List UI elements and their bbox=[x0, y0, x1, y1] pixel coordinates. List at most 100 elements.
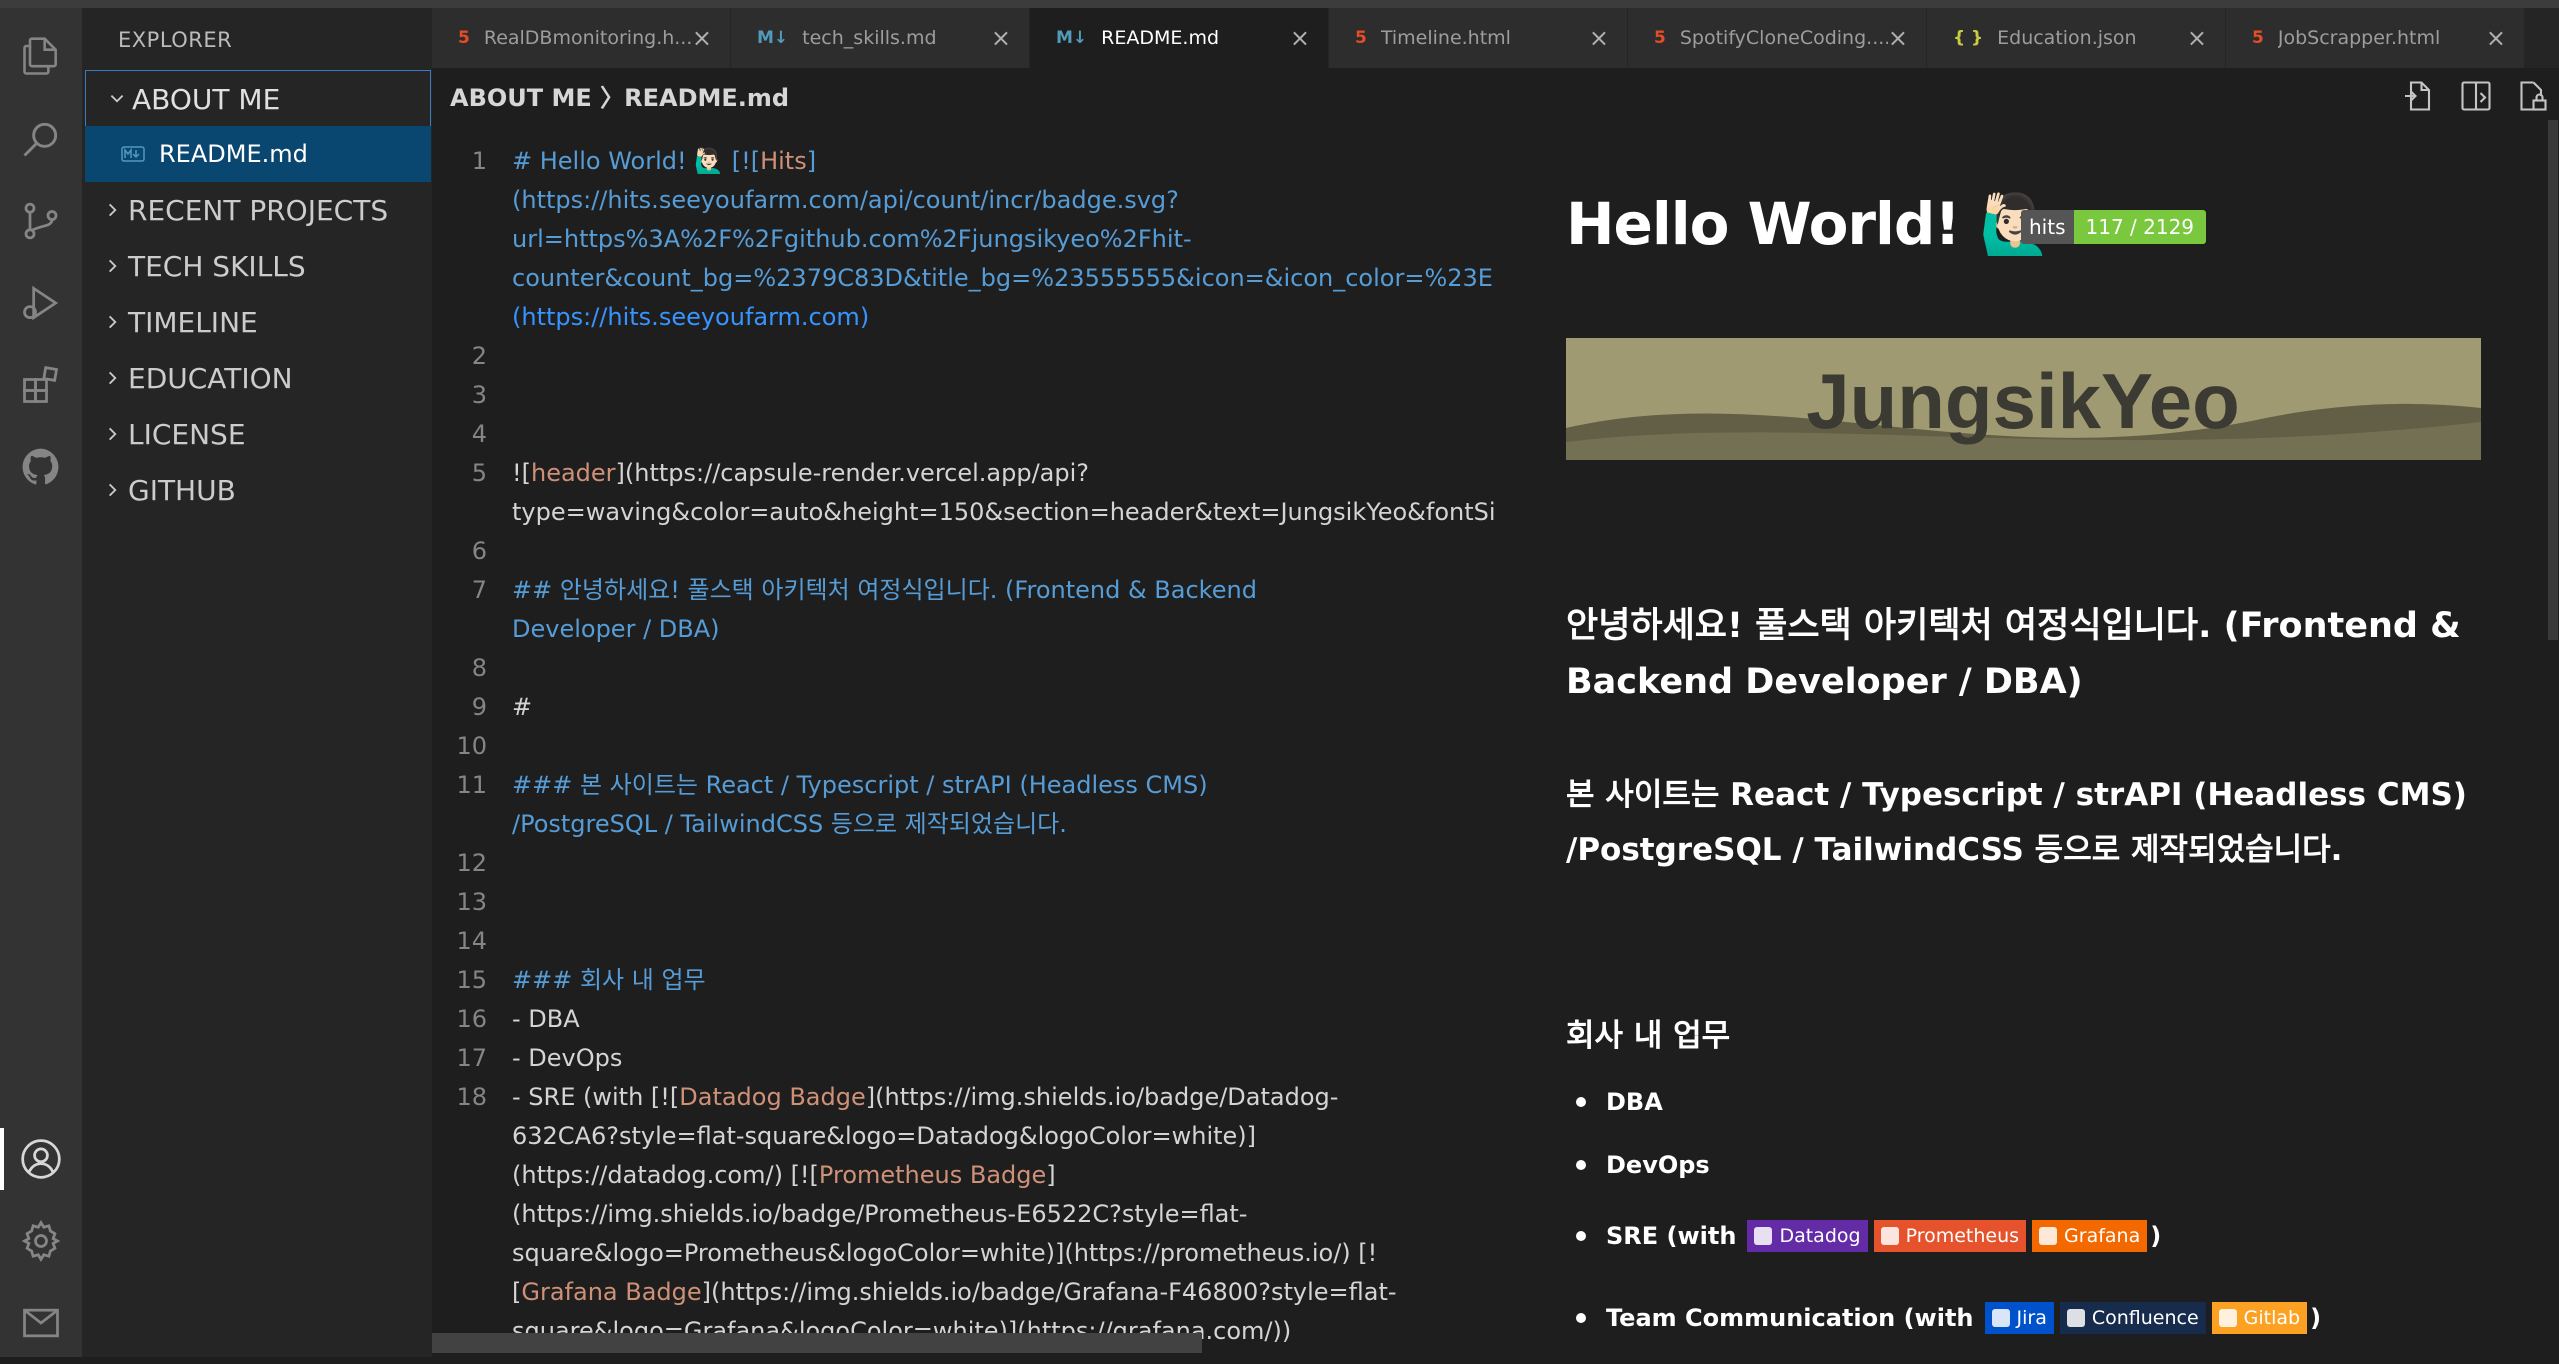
code-line[interactable]: 5 ![header](https://capsule-render.vercel… bbox=[432, 454, 1495, 493]
editor-horizontal-scrollbar[interactable] bbox=[432, 1333, 1202, 1353]
html-file-icon: 5 bbox=[458, 28, 470, 48]
tab-1[interactable]: M↓ tech_skills.md × bbox=[731, 8, 1030, 68]
split-editor-icon[interactable] bbox=[2458, 78, 2494, 114]
list-item-text: DBA bbox=[1606, 1088, 1663, 1116]
section-tech-skills[interactable]: TECH SKILLS bbox=[82, 238, 432, 294]
jira-badge[interactable]: Jira bbox=[1984, 1302, 2054, 1334]
settings-gear-icon[interactable] bbox=[0, 1200, 82, 1282]
code-line[interactable]: counter&count_bg=%2379C83D&title_bg=%235… bbox=[432, 259, 1495, 298]
prometheus-badge[interactable]: Prometheus bbox=[1873, 1220, 2027, 1252]
preview-scrollbar[interactable] bbox=[2548, 120, 2558, 640]
section-about-me[interactable]: ABOUT ME bbox=[85, 70, 431, 128]
code-token: type=waving&color=auto&height=150&sectio… bbox=[512, 498, 1495, 526]
code-line[interactable]: 9 # bbox=[432, 688, 1495, 727]
tab-5[interactable]: { } Education.json × bbox=[1927, 8, 2226, 68]
datadog-badge[interactable]: Datadog bbox=[1747, 1220, 1868, 1252]
code-line[interactable]: 3 bbox=[432, 376, 1495, 415]
tab-2[interactable]: M↓ README.md × bbox=[1030, 8, 1329, 68]
extensions-icon[interactable] bbox=[0, 344, 82, 426]
code-line[interactable]: 16 - DBA bbox=[432, 1000, 1495, 1039]
html-file-icon: 5 bbox=[1355, 28, 1367, 48]
search-icon[interactable] bbox=[0, 98, 82, 180]
tab-0[interactable]: 5 RealDBmonitoring.h... × bbox=[432, 8, 731, 68]
open-preview-icon[interactable] bbox=[2402, 78, 2438, 114]
title-strip bbox=[0, 0, 2559, 8]
code-token: - DBA bbox=[512, 1005, 580, 1033]
code-line[interactable]: (https://datadog.com/) [![Prometheus Bad… bbox=[432, 1156, 1495, 1195]
section-label: TECH SKILLS bbox=[128, 249, 306, 283]
code-line[interactable]: 6 bbox=[432, 532, 1495, 571]
code-line[interactable]: 12 bbox=[432, 844, 1495, 883]
code-line[interactable]: 13 bbox=[432, 883, 1495, 922]
explorer-icon[interactable] bbox=[0, 16, 82, 98]
mail-icon[interactable] bbox=[0, 1282, 82, 1364]
list-item: DevOps bbox=[1576, 1151, 1710, 1179]
code-line[interactable]: 11 ### 본 사이트는 React / Typescript / strAPI… bbox=[432, 766, 1495, 805]
run-debug-icon[interactable] bbox=[0, 262, 82, 344]
preview-lock-icon[interactable] bbox=[2514, 78, 2550, 114]
code-text: (https://datadog.com/) [![Prometheus Bad… bbox=[512, 1156, 1056, 1195]
code-line[interactable]: 14 bbox=[432, 922, 1495, 961]
code-line[interactable]: 18 - SRE (with [![Datadog Badge](https://… bbox=[432, 1078, 1495, 1117]
tab-4[interactable]: 5 SpotifyCloneCoding.... × bbox=[1628, 8, 1927, 68]
code-line[interactable]: /PostgreSQL / TailwindCSS 등으로 제작되었습니다. bbox=[432, 805, 1495, 844]
tab-3[interactable]: 5 Timeline.html × bbox=[1329, 8, 1628, 68]
account-icon[interactable] bbox=[0, 1118, 82, 1200]
bullet-dot bbox=[1576, 1160, 1586, 1170]
code-line[interactable]: (https://hits.seeyoufarm.com/api/count/i… bbox=[432, 181, 1495, 220]
section-github[interactable]: GITHUB bbox=[82, 462, 432, 518]
section-label: EDUCATION bbox=[128, 361, 293, 395]
code-line[interactable]: 2 bbox=[432, 337, 1495, 376]
source-control-icon[interactable] bbox=[0, 180, 82, 262]
section-recent-projects[interactable]: RECENT PROJECTS bbox=[82, 182, 432, 238]
code-line[interactable]: (https://hits.seeyoufarm.com) bbox=[432, 298, 1495, 337]
code-line[interactable]: square&logo=Prometheus&logoColor=white)]… bbox=[432, 1234, 1495, 1273]
code-line[interactable]: [Grafana Badge](https://img.shields.io/b… bbox=[432, 1273, 1495, 1312]
line-number: 13 bbox=[456, 888, 487, 916]
code-line[interactable]: 7 ## 안녕하세요! 풀스택 아키텍처 여정식입니다. (Frontend & … bbox=[432, 571, 1495, 610]
code-token: Datadog Badge bbox=[679, 1083, 866, 1111]
tab-label: Timeline.html bbox=[1380, 27, 1511, 49]
breadcrumb[interactable]: ABOUT ME 〉README.md bbox=[450, 78, 789, 113]
github-icon[interactable] bbox=[0, 426, 82, 508]
tab-6[interactable]: 5 JobScrapper.html × bbox=[2226, 8, 2525, 68]
gitlab-badge[interactable]: Gitlab bbox=[2211, 1302, 2308, 1334]
line-number: 5 bbox=[471, 459, 487, 487]
code-line[interactable]: 1 # Hello World! 🙋🏻‍♂️ [![Hits] bbox=[432, 142, 1495, 181]
code-token: (https://hits.seeyoufarm.com) bbox=[512, 303, 870, 331]
code-line[interactable]: Developer / DBA) bbox=[432, 610, 1495, 649]
markdown-editor[interactable]: 1 # Hello World! 🙋🏻‍♂️ [![Hits] (https://h… bbox=[432, 120, 1495, 1357]
file-readme[interactable]: README.md bbox=[85, 126, 431, 182]
code-text: (https://img.shields.io/badge/Prometheus… bbox=[512, 1195, 1247, 1234]
code-line[interactable]: 8 bbox=[432, 649, 1495, 688]
code-text: (https://hits.seeyoufarm.com) bbox=[512, 298, 869, 337]
code-line[interactable]: 632CA6?style=flat-square&logo=Datadog&lo… bbox=[432, 1117, 1495, 1156]
close-icon[interactable]: × bbox=[1888, 24, 1908, 52]
hits-badge-count: 117 / 2129 bbox=[2073, 210, 2207, 244]
section-education[interactable]: EDUCATION bbox=[82, 350, 432, 406]
close-icon[interactable]: × bbox=[1290, 24, 1310, 52]
close-icon[interactable]: × bbox=[2187, 24, 2207, 52]
code-line[interactable]: 17 - DevOps bbox=[432, 1039, 1495, 1078]
close-icon[interactable]: × bbox=[692, 24, 712, 52]
code-line[interactable]: type=waving&color=auto&height=150&sectio… bbox=[432, 493, 1495, 532]
hits-badge[interactable]: hits 117 / 2129 bbox=[2021, 210, 2207, 244]
section-timeline[interactable]: TIMELINE bbox=[82, 294, 432, 350]
close-icon[interactable]: × bbox=[991, 24, 1011, 52]
confluence-logo-icon bbox=[2066, 1309, 2085, 1327]
grafana-badge[interactable]: Grafana bbox=[2032, 1220, 2148, 1252]
code-token: counter&count_bg=%2379C83D&title_bg=%235… bbox=[512, 264, 1495, 292]
list-item: DBA bbox=[1576, 1088, 1663, 1116]
section-license[interactable]: LICENSE bbox=[82, 406, 432, 462]
code-line[interactable]: 15 ### 회사 내 업무 bbox=[432, 961, 1495, 1000]
banner-text: JungsikYeo bbox=[1806, 357, 2240, 445]
code-line[interactable]: (https://img.shields.io/badge/Prometheus… bbox=[432, 1195, 1495, 1234]
close-icon[interactable]: × bbox=[2486, 24, 2506, 52]
code-line[interactable]: 10 bbox=[432, 727, 1495, 766]
code-text: ### 본 사이트는 React / Typescript / strAPI (… bbox=[512, 766, 1208, 805]
code-line[interactable]: 4 bbox=[432, 415, 1495, 454]
close-icon[interactable]: × bbox=[1589, 24, 1609, 52]
line-number: 2 bbox=[471, 342, 487, 370]
confluence-badge[interactable]: Confluence bbox=[2059, 1302, 2206, 1334]
code-line[interactable]: url=https%3A%2F%2Fgithub.com%2Fjungsikye… bbox=[432, 220, 1495, 259]
